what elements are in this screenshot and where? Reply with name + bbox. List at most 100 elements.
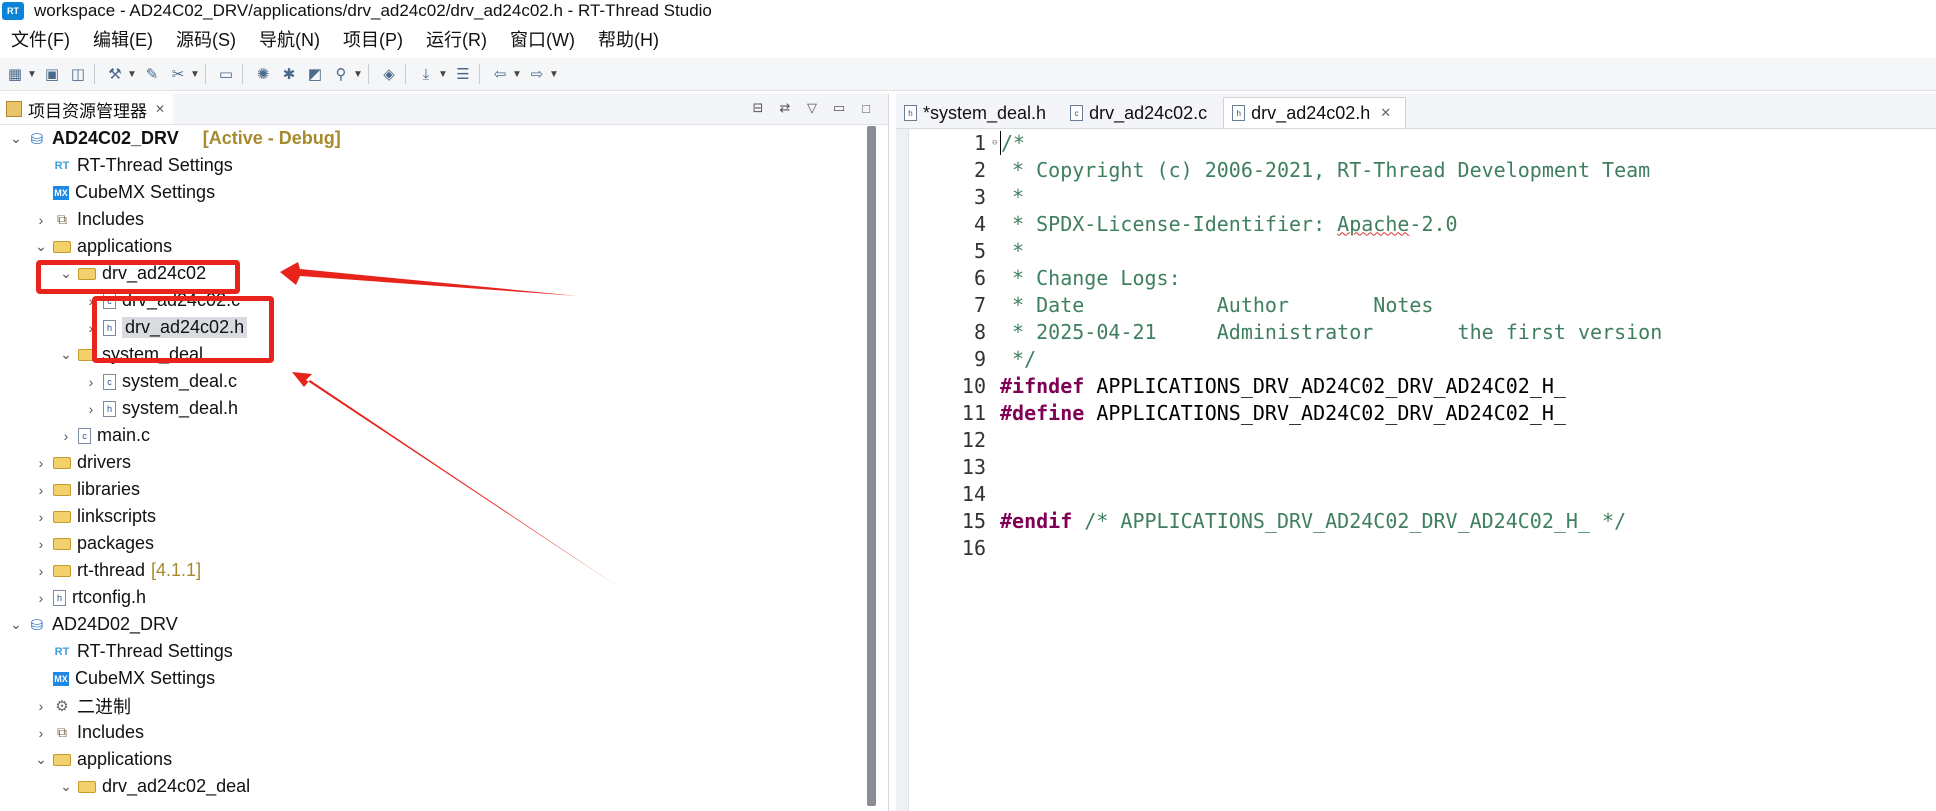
chevron-down-icon[interactable]: ⌄ [8,130,24,147]
tree-item[interactable]: › rt-thread [4.1.1] [0,557,870,584]
chevron-down-icon[interactable]: ▼ [438,69,448,80]
tree-item[interactable]: › linkscripts [0,503,870,530]
code-line[interactable]: 13 [946,453,1936,480]
layers-icon[interactable]: ☰ [452,63,474,85]
tree-scrollbar[interactable] [867,126,876,806]
chevron-down-icon[interactable]: ▼ [549,69,559,80]
tree-item[interactable]: ⌄ ⛁ AD24D02_DRV [0,611,870,638]
tree-item[interactable]: ⌄ system_deal [0,341,870,368]
chevron-right-icon[interactable]: › [33,482,49,498]
chevron-right-icon[interactable]: › [33,509,49,525]
chevron-right-icon[interactable]: › [83,320,99,336]
save-icon[interactable]: ▣ [41,63,63,85]
code-line[interactable]: 3 * [946,183,1936,210]
tree-item[interactable]: MX CubeMX Settings [0,179,870,206]
chevron-right-icon[interactable]: › [33,563,49,579]
tree-item[interactable]: › packages [0,530,870,557]
code-line[interactable]: 15 #endif /* APPLICATIONS_DRV_AD24C02_DRV… [946,507,1936,534]
chevron-right-icon[interactable]: › [83,374,99,390]
search-icon[interactable]: ⚲ [330,63,352,85]
forward-icon[interactable]: ⇨ [526,63,548,85]
chevron-right-icon[interactable]: › [33,536,49,552]
code-area[interactable]: 1 ⊖/* 2 * Copyright (c) 2006-2021, RT-Thre… [946,129,1936,811]
tree-item[interactable]: ⌄ applications [0,233,870,260]
code-line[interactable]: 10 #ifndef APPLICATIONS_DRV_AD24C02_DRV_A… [946,372,1936,399]
monitor-icon[interactable]: ▭ [215,63,237,85]
tree-item[interactable]: › c system_deal.c [0,368,870,395]
editor-tab[interactable]: c drv_ad24c02.c [1062,98,1221,128]
code-line[interactable]: 12 [946,426,1936,453]
chevron-down-icon[interactable]: ▼ [512,69,522,80]
link-with-editor-icon[interactable]: ⇄ [775,98,795,118]
tree-item[interactable]: › ⧉ Includes [0,719,870,746]
menu-source[interactable]: 源码(S) [176,26,236,52]
tree-item[interactable]: › h rtconfig.h [0,584,870,611]
menu-edit[interactable]: 编辑(E) [93,26,153,52]
tree-item[interactable]: › ⚙ 二进制 [0,692,870,719]
chevron-right-icon[interactable]: › [33,212,49,228]
code-line[interactable]: 6 * Change Logs: [946,264,1936,291]
sdk-icon[interactable]: ◈ [378,63,400,85]
chevron-right-icon[interactable]: › [33,698,49,714]
project-explorer-tab[interactable]: 项目资源管理器 ✕ [0,94,174,124]
chevron-down-icon[interactable]: ⌄ [33,238,49,255]
tree-item[interactable]: › c main.c [0,422,870,449]
open-icon[interactable]: ◩ [304,63,326,85]
minimize-icon[interactable]: ▭ [829,98,849,118]
settings-icon[interactable]: ✺ [252,63,274,85]
menu-run[interactable]: 运行(R) [426,26,487,52]
download-icon[interactable]: ⤓ [415,63,437,85]
chevron-down-icon[interactable]: ⌄ [8,616,24,633]
editor-tab[interactable]: h *system_deal.h [896,98,1060,128]
tree-item[interactable]: › h system_deal.h [0,395,870,422]
menu-help[interactable]: 帮助(H) [598,26,659,52]
chevron-down-icon[interactable]: ⌄ [58,346,74,363]
menu-navigate[interactable]: 导航(N) [259,26,320,52]
view-menu-icon[interactable]: ▽ [802,98,822,118]
code-line[interactable]: 14 [946,480,1936,507]
editor-tab[interactable]: h drv_ad24c02.h ✕ [1223,97,1407,128]
tree-item[interactable]: › ⧉ Includes [0,206,870,233]
chevron-down-icon[interactable]: ⌄ [33,751,49,768]
tree-item[interactable]: › h drv_ad24c02.h [0,314,870,341]
chevron-down-icon[interactable]: ⌄ [58,265,74,282]
back-icon[interactable]: ⇦ [489,63,511,85]
chevron-down-icon[interactable]: ⌄ [58,778,74,795]
code-line[interactable]: 11 #define APPLICATIONS_DRV_AD24C02_DRV_A… [946,399,1936,426]
collapse-all-icon[interactable]: ⊟ [748,98,768,118]
clean-icon[interactable]: ✎ [141,63,163,85]
tree-item[interactable]: ⌄ drv_ad24c02_deal [0,773,870,800]
chevron-right-icon[interactable]: › [33,590,49,606]
code-line[interactable]: 2 * Copyright (c) 2006-2021, RT-Thread D… [946,156,1936,183]
menu-file[interactable]: 文件(F) [11,26,70,52]
chevron-down-icon[interactable]: ▼ [190,69,200,80]
chevron-right-icon[interactable]: › [58,428,74,444]
chevron-right-icon[interactable]: › [33,725,49,741]
code-line[interactable]: 8 * 2025-04-21 Administrator the first v… [946,318,1936,345]
tree-item[interactable]: RT RT-Thread Settings [0,638,870,665]
chevron-right-icon[interactable]: › [33,455,49,471]
code-line[interactable]: 16 [946,534,1936,561]
tree-item[interactable]: ⌄ ⛁ AD24C02_DRV [Active - Debug] [0,125,870,152]
save-all-icon[interactable]: ◫ [67,63,89,85]
code-line[interactable]: 4 * SPDX-License-Identifier: Apache-2.0 [946,210,1936,237]
menu-project[interactable]: 项目(P) [343,26,403,52]
tree-item[interactable]: ⌄ drv_ad24c02 [0,260,870,287]
tree-item[interactable]: ⌄ applications [0,746,870,773]
chevron-right-icon[interactable]: › [83,401,99,417]
tree-item[interactable]: RT RT-Thread Settings [0,152,870,179]
maximize-icon[interactable]: □ [856,98,876,118]
code-line[interactable]: 7 * Date Author Notes [946,291,1936,318]
chevron-right-icon[interactable]: › [83,293,99,309]
tree-item[interactable]: › c drv_ad24c02.c [0,287,870,314]
tree-item[interactable]: › drivers [0,449,870,476]
close-icon[interactable]: ✕ [1380,105,1391,121]
tree-item[interactable]: MX CubeMX Settings [0,665,870,692]
tools-icon[interactable]: ✂ [167,63,189,85]
code-line[interactable]: 5 * [946,237,1936,264]
menu-window[interactable]: 窗口(W) [510,26,575,52]
fold-toggle-icon[interactable]: ⊖ [992,138,1000,148]
chevron-down-icon[interactable]: ▼ [27,69,37,80]
code-line[interactable]: 9 */ [946,345,1936,372]
new-icon[interactable]: ▦ [4,63,26,85]
